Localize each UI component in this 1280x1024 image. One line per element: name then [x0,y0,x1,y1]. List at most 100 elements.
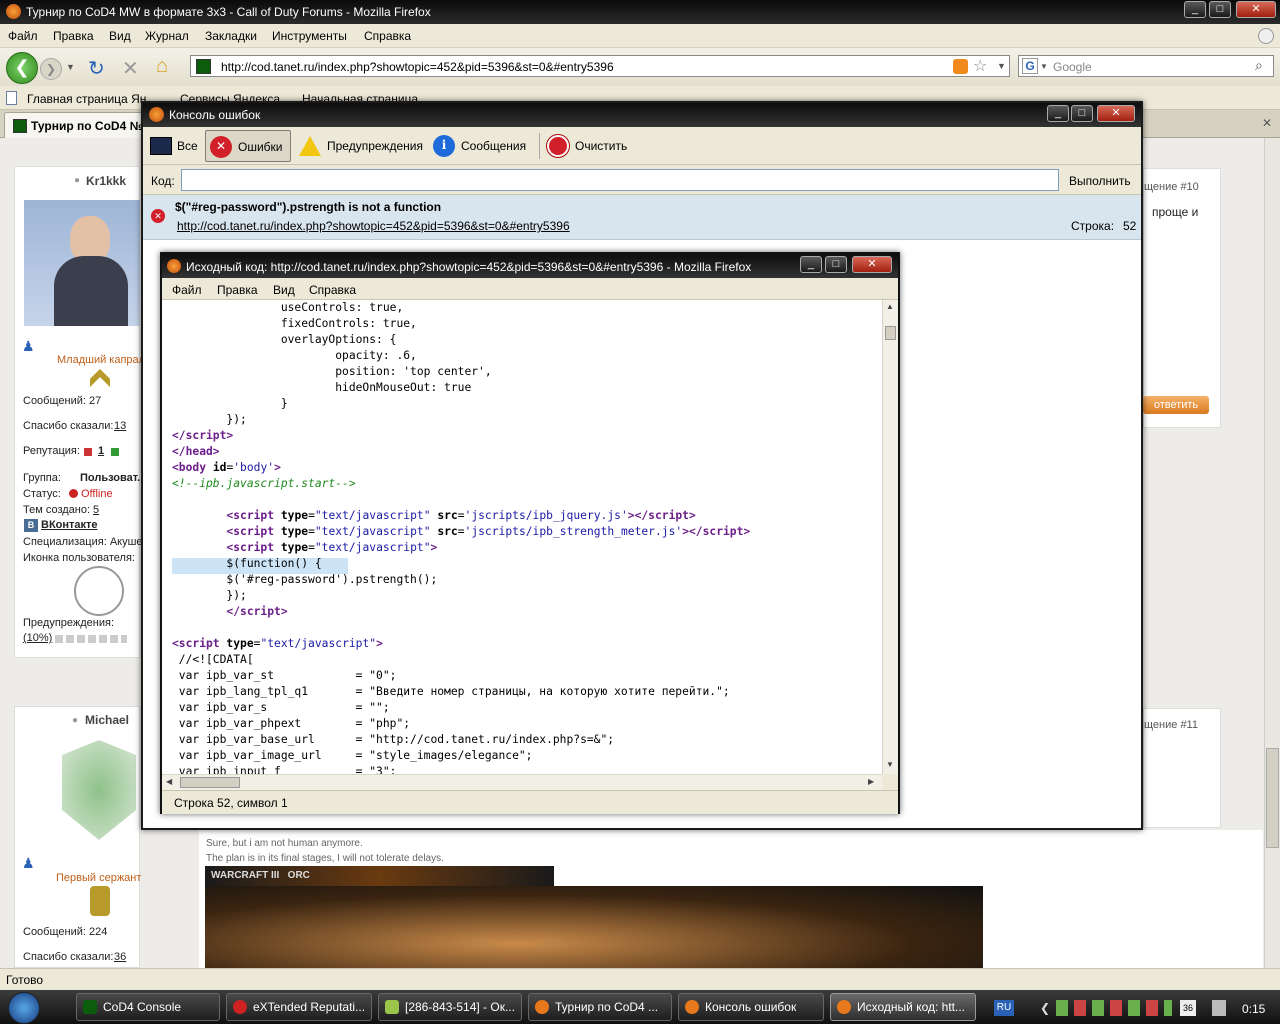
scroll-down-icon[interactable]: ▼ [886,760,894,769]
rep-minus-icon[interactable] [84,448,92,456]
page-scroll-thumb[interactable] [1266,748,1279,848]
close-button[interactable]: ✕ [1236,1,1276,18]
user2-name[interactable]: Michael [85,713,129,727]
maximize-button[interactable]: □ [1209,1,1231,18]
rss-icon[interactable] [953,59,968,74]
url-dropdown-icon[interactable]: ▼ [997,61,1006,71]
forward-button[interactable]: ❯ [40,58,62,80]
error-entry[interactable]: ✕ $("#reg-password").pstrength is not a … [143,195,1141,240]
source-horizontal-scrollbar[interactable]: ◀ ▶ [162,774,882,790]
url-bar[interactable]: http://cod.tanet.ru/index.php?showtopic=… [190,55,1010,77]
status-text: Готово [6,973,44,987]
search-input[interactable]: Google [1053,60,1092,74]
user1-thanks-link[interactable]: 13 [114,420,126,432]
scroll-left-icon[interactable]: ◀ [166,777,172,786]
task-extended-reputation[interactable]: eXTended Reputati... [226,993,372,1021]
user1-name[interactable]: Kr1kkk [86,174,126,188]
task-cod4-console[interactable]: CoD4 Console [76,993,220,1021]
source-close-button[interactable]: ✕ [852,256,892,273]
volume-icon[interactable] [1212,1000,1226,1016]
source-hscroll-thumb[interactable] [180,777,240,788]
error-source-link[interactable]: http://cod.tanet.ru/index.php?showtopic=… [177,219,570,233]
tray-counter[interactable]: 36 [1180,1000,1196,1016]
source-vertical-scrollbar[interactable]: ▲ ▼ [882,300,898,774]
rep-plus-icon[interactable] [111,448,119,456]
user1-person-icon[interactable]: ♟ [22,338,35,355]
language-indicator[interactable]: RU [994,1000,1014,1016]
browser-statusbar: Готово [0,968,1280,990]
signature-image [205,886,983,968]
google-engine-icon[interactable]: G [1022,58,1038,74]
engine-dropdown-icon[interactable]: ▼ [1040,62,1048,71]
scroll-right-icon[interactable]: ▶ [868,777,874,786]
page-scrollbar[interactable] [1264,138,1280,968]
source-minimize-button[interactable]: _ [800,256,822,273]
tray-icons[interactable] [1056,1000,1172,1016]
history-dropdown-icon[interactable]: ▼ [66,62,75,72]
start-button[interactable] [8,992,40,1024]
bookmark-star-icon[interactable]: ☆ [973,56,987,76]
source-maximize-button[interactable]: □ [825,256,847,273]
clear-button[interactable]: Очистить [545,130,635,162]
source-menu-edit[interactable]: Правка [217,283,258,297]
post10-label[interactable]: щение #10 [1144,181,1199,193]
user1-avatar [24,200,140,326]
clear-icon [547,135,569,157]
minimize-button[interactable]: _ [1184,1,1206,18]
tray-expand-icon[interactable]: ❮ [1040,1001,1050,1015]
search-magnifier-icon[interactable]: ⌕ [1255,57,1263,74]
task-error-console[interactable]: Консоль ошибок [678,993,824,1021]
filter-warnings-button[interactable]: Предупреждения [297,130,423,162]
user1-rep-value: 1 [98,445,105,457]
filter-all-button[interactable]: Все [147,130,203,162]
back-button[interactable]: ❮ [6,52,38,84]
user2-rank: Первый сержант [56,872,142,884]
menu-bookmarks[interactable]: Закладки [205,29,257,43]
search-bar[interactable]: G ▼ Google ⌕ [1018,55,1274,77]
view-source-menubar: Файл Правка Вид Справка [162,278,898,300]
error-console-titlebar: Консоль ошибок _ □ ✕ [143,103,1141,127]
signature-banner-text: WARCRAFT III ORC [211,870,310,881]
menu-tools[interactable]: Инструменты [272,29,347,43]
firefox-icon [6,4,21,19]
task-tournament[interactable]: Турнир по CoD4 ... [528,993,672,1021]
task-icq-chat[interactable]: [286-843-514] - Ок... [378,993,522,1021]
filter-errors-button[interactable]: ✕ Ошибки [205,130,291,162]
user1-vk-link[interactable]: ВКонтакте [41,519,98,531]
user2-thanks-link[interactable]: 36 [114,951,126,963]
menu-file[interactable]: Файл [8,29,38,43]
post11-label[interactable]: щение #11 [1144,719,1198,731]
bookmark-yandex-main[interactable]: Главная страница Ян... [27,92,156,106]
source-vscroll-thumb[interactable] [885,326,896,340]
console-minimize-button[interactable]: _ [1047,105,1069,122]
filter-messages-button[interactable]: i Сообщения [431,130,531,162]
tab-tournament[interactable]: Турнир по CoD4 № [4,112,144,138]
user1-warn-value[interactable]: (10%) [23,632,52,644]
error-icon: ✕ [210,136,232,158]
source-menu-help[interactable]: Справка [309,283,356,297]
source-menu-view[interactable]: Вид [273,283,295,297]
scroll-up-icon[interactable]: ▲ [886,302,894,311]
url-text: http://cod.tanet.ru/index.php?showtopic=… [221,60,614,74]
code-input[interactable] [181,169,1059,191]
home-icon[interactable]: ⌂ [156,55,168,78]
source-code-view[interactable]: useControls: true, fixedControls: true, … [162,300,882,774]
task-view-source[interactable]: Исходный код: htt... [830,993,976,1021]
user2-person-icon[interactable]: ♟ [22,855,35,872]
tab-close-icon[interactable]: ✕ [1262,116,1272,130]
source-menu-file[interactable]: Файл [172,283,202,297]
stop-icon[interactable]: ✕ [122,56,139,81]
console-maximize-button[interactable]: □ [1071,105,1093,122]
menu-view[interactable]: Вид [109,29,131,43]
offline-icon [69,489,78,498]
reload-icon[interactable]: ↻ [88,56,105,81]
menu-help[interactable]: Справка [364,29,411,43]
restore-tabs-icon[interactable] [1258,28,1274,44]
reply-button[interactable]: ответить [1143,396,1209,414]
run-button[interactable]: Выполнить [1069,174,1131,188]
console-close-button[interactable]: ✕ [1097,105,1135,122]
menu-edit[interactable]: Правка [53,29,94,43]
clock[interactable]: 0:15 [1242,1002,1265,1016]
user1-topics-link[interactable]: 5 [93,504,99,516]
menu-history[interactable]: Журнал [145,29,189,43]
